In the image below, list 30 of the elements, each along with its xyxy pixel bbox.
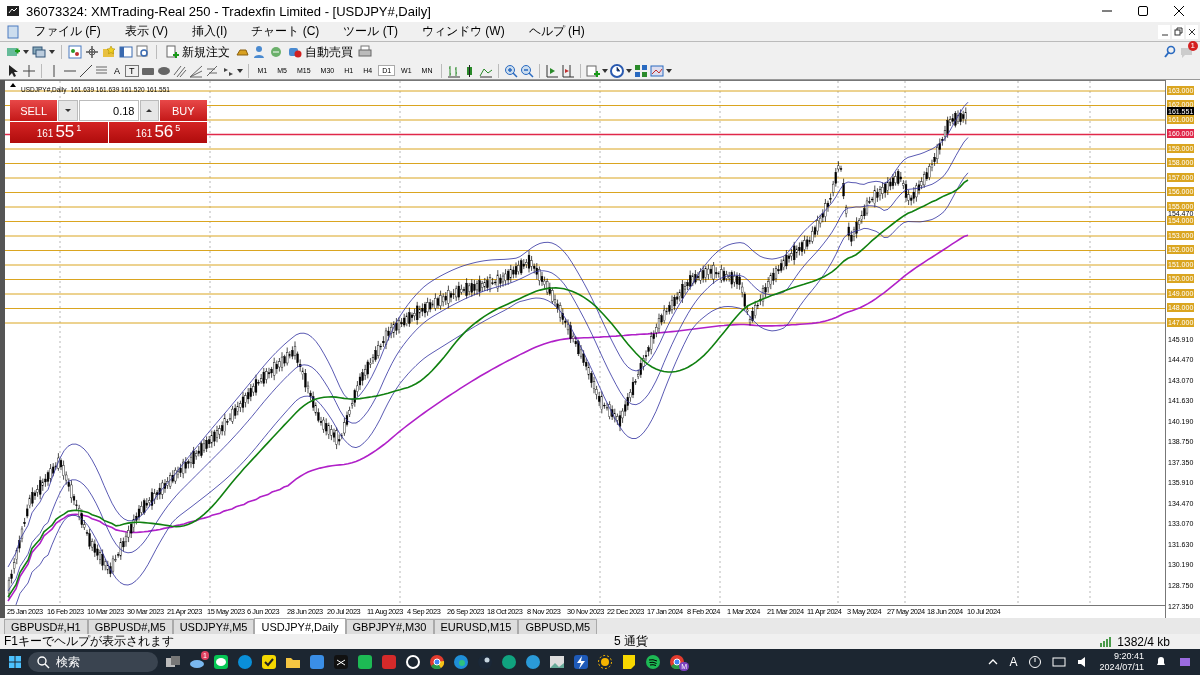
search-field[interactable]: 検索 — [28, 652, 158, 672]
menu-item[interactable]: ツール (T) — [333, 22, 408, 41]
chart-tab[interactable]: USDJPY#,M5 — [172, 619, 255, 634]
menu-item[interactable]: 挿入(I) — [182, 22, 238, 41]
new-order-button[interactable]: 新規注文 — [163, 43, 232, 61]
chart-tab[interactable]: USDJPY#,Daily — [254, 618, 346, 634]
buy-button[interactable]: BUY — [159, 100, 207, 121]
menu-item[interactable]: 表示 (V) — [114, 22, 178, 41]
text-label-tool[interactable]: T — [125, 64, 139, 77]
menu-item[interactable]: ファイル (F) — [24, 22, 111, 41]
menu-item[interactable]: チャート (C) — [241, 22, 330, 41]
volume-field[interactable]: 0.18 — [78, 100, 139, 121]
menu-item[interactable]: ヘルプ (H) — [518, 22, 595, 41]
chart-tab[interactable]: GBPUSD,M5 — [518, 619, 598, 634]
chart-tab[interactable]: GBPUSD#,M5 — [87, 619, 173, 634]
menu-item[interactable]: ウィンドウ (W) — [412, 22, 515, 41]
sell-button[interactable]: SELL — [10, 100, 58, 121]
text-tool[interactable]: A — [111, 65, 123, 76]
chart-tab[interactable]: GBPUSD#,H1 — [4, 619, 88, 634]
clock-date[interactable]: 2024/07/11 — [1099, 662, 1144, 673]
auto-trading-button[interactable]: 自動売買 — [286, 43, 355, 61]
status-help: F1キーでヘルプが表示されます — [4, 633, 174, 650]
window-title: 36073324: XMTrading-Real 250 - Tradexfin Limited - [USDJPY#,Daily] — [26, 3, 432, 19]
input-method-indicator[interactable]: A — [1009, 655, 1018, 669]
chart-tab[interactable]: GBPJPY#,M30 — [345, 619, 434, 634]
status-symbols: 5 通貨 — [614, 633, 649, 650]
clock-time[interactable]: 9:20:41 — [1113, 651, 1144, 662]
notification-badge: 1 — [1187, 41, 1198, 51]
chart-tab[interactable]: EURUSD,M15 — [433, 619, 519, 634]
status-traffic: 1382/4 kb — [1117, 634, 1170, 649]
